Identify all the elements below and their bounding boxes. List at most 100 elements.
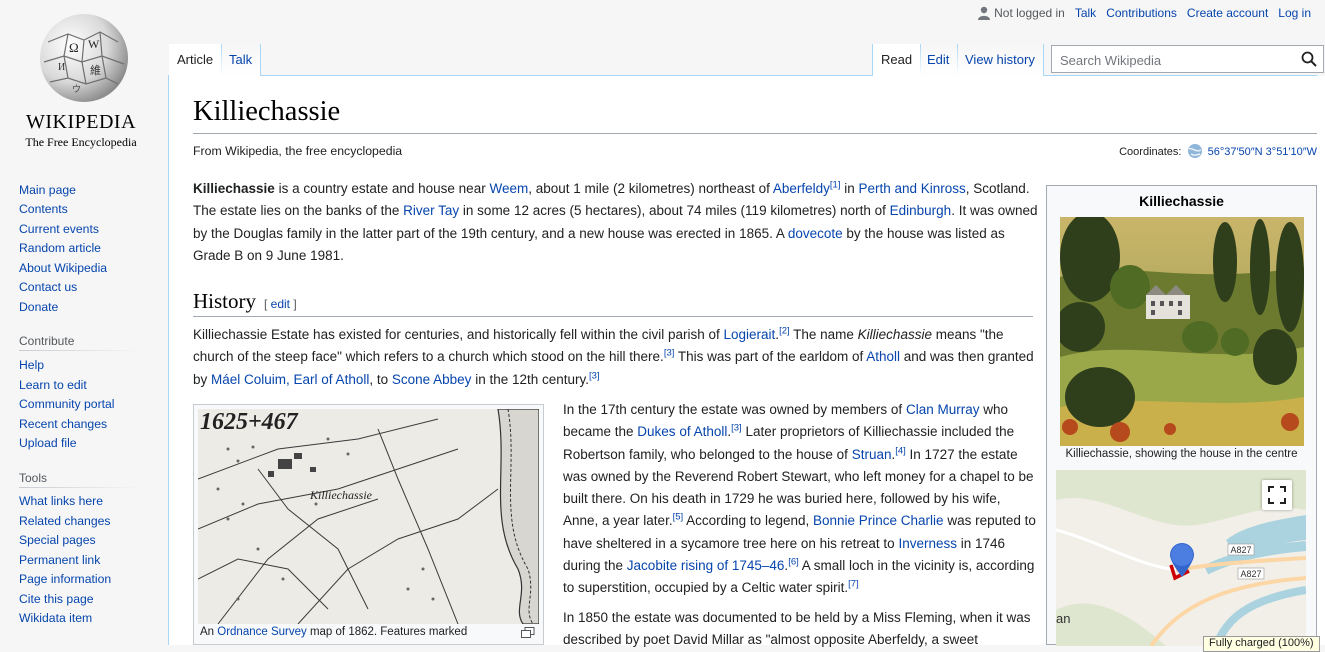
ordnance-survey-map-image[interactable]: 1625+467 Killiechassie [198,409,539,624]
text: , to [369,371,392,387]
svg-text:И: И [58,62,65,73]
log-in-link[interactable]: Log in [1278,6,1311,20]
location-map[interactable]: A827 A827 an [1056,470,1306,646]
text: This was part of the earldom of [674,349,867,365]
coordinates: Coordinates: 56°37′50″N 3°51′10″W [1100,143,1317,159]
link-edinburgh[interactable]: Edinburgh [890,203,952,218]
reference-4[interactable]: [4] [895,445,906,456]
search-input[interactable] [1058,47,1297,73]
link-dovecote[interactable]: dovecote [788,226,843,241]
text: map of 1862. Features marked [306,626,468,638]
link-ordnance-survey[interactable]: Ordnance Survey [217,626,307,638]
sidebar-item-current-events[interactable]: Current events [19,222,99,236]
reference-3[interactable]: [3] [589,370,600,381]
link-inverness[interactable]: Inverness [898,536,957,551]
link-scone-abbey[interactable]: Scone Abbey [392,372,472,387]
sidebar-item-help[interactable]: Help [19,358,44,372]
reference-2[interactable]: [2] [779,326,790,337]
site-tagline: From Wikipedia, the free encyclopedia [193,144,403,158]
contributions-link[interactable]: Contributions [1106,6,1177,20]
reference-7[interactable]: [7] [848,579,859,590]
text: , about 1 mile (2 kilometres) northeast … [528,181,773,196]
page-title: Killiechassie [193,96,341,127]
sidebar-item-contact-us[interactable]: Contact us [19,280,77,294]
sidebar-item-community-portal[interactable]: Community portal [19,397,115,411]
link-clan-murray[interactable]: Clan Murray [906,402,980,417]
title-divider [193,133,1317,134]
map-marker-icon[interactable] [1169,542,1195,578]
tab-view-history[interactable]: View history [957,44,1044,76]
sidebar-heading-contribute: Contribute [19,334,75,348]
search-icon[interactable] [1301,51,1317,67]
svg-text:Ω: Ω [69,40,79,55]
personal-talk-link[interactable]: Talk [1075,6,1096,20]
tab-read[interactable]: Read [872,44,922,76]
fullscreen-icon [1268,486,1286,504]
user-icon [978,6,991,20]
tabs-baseline [168,75,1317,76]
text: According to legend, [683,513,813,529]
link-jacobite-rising[interactable]: Jacobite rising of 1745–46 [627,558,785,573]
sidebar-item-about-wikipedia[interactable]: About Wikipedia [19,261,107,275]
sidebar-item-page-information[interactable]: Page information [19,572,111,586]
sidebar-item-learn-to-edit[interactable]: Learn to edit [19,378,87,392]
link-aberfeldy[interactable]: Aberfeldy [773,181,830,196]
text: in the 12th century. [471,371,590,387]
heading-divider [193,316,1033,317]
infobox-photo[interactable] [1060,217,1304,446]
enlarge-icon[interactable] [521,627,535,638]
tab-article[interactable]: Article [169,44,223,76]
svg-text:維: 維 [90,64,101,77]
sidebar-item-related-changes[interactable]: Related changes [19,514,110,528]
text: An [200,626,218,638]
thumbnail-caption: An Ordnance Survey map of 1862. Features… [200,626,467,638]
sidebar-item-contents[interactable]: Contents [19,202,68,216]
link-weem[interactable]: Weem [489,181,528,196]
sidebar-item-donate[interactable]: Donate [19,300,58,314]
link-logierait[interactable]: Logierait [724,327,776,342]
link-dukes-of-atholl[interactable]: Dukes of Atholl [637,424,727,439]
wikipedia-logo[interactable]: Ω W И 維 ウ WIKIPEDIA The Free Encyclopedi… [18,12,144,152]
history-heading: History[ edit ] [193,289,297,313]
link-perth-and-kinross[interactable]: Perth and Kinross [858,181,965,196]
tab-talk[interactable]: Talk [221,44,262,76]
heading-text: History [193,289,256,313]
sidebar-item-recent-changes[interactable]: Recent changes [19,417,107,431]
sidebar-item-what-links-here[interactable]: What links here [19,494,103,508]
sidebar-item-upload-file[interactable]: Upload file [19,436,77,450]
sidebar-item-random-article[interactable]: Random article [19,241,101,255]
sidebar-item-permanent-link[interactable]: Permanent link [19,553,100,567]
sidebar-item-main-page[interactable]: Main page [19,183,76,197]
sidebar-item-cite-this-page[interactable]: Cite this page [19,592,94,606]
reference-6[interactable]: [6] [788,557,799,568]
sidebar-item-wikidata-item[interactable]: Wikidata item [19,611,92,625]
link-struan[interactable]: Struan [852,447,892,462]
italic-name: Killiechassie [857,327,932,342]
globe-icon[interactable] [1187,143,1203,159]
reference-1[interactable]: [1] [830,180,841,191]
reference-5[interactable]: [5] [673,512,684,523]
fullscreen-button[interactable] [1262,480,1292,510]
battery-tooltip: Fully charged (100%) [1203,636,1320,652]
link-bonnie-prince-charlie[interactable]: Bonnie Prince Charlie [813,513,944,528]
sidebar-item-special-pages[interactable]: Special pages [19,533,96,547]
text: In the 17th century the estate was owned… [563,402,906,417]
wikipedia-tagline: The Free Encyclopedia [25,135,137,149]
map-year-label: 1625+467 [200,409,299,435]
history-paragraph-2: In the 17th century the estate was owned… [563,402,1036,596]
text: is a country estate and house near [274,181,490,196]
coordinates-label: Coordinates: [1119,146,1182,158]
coordinates-value[interactable]: 56°37′50″N 3°51′10″W [1208,146,1317,158]
reference-3[interactable]: [3] [731,423,742,434]
road-label-a827: A827 [1230,545,1251,555]
svg-text:ウ: ウ [72,84,81,94]
create-account-link[interactable]: Create account [1187,6,1268,20]
edit-section-link[interactable]: edit [271,297,290,311]
link-atholl[interactable]: Atholl [866,349,900,364]
ordnance-survey-thumbnail: 1625+467 Killiechassie An Ordnance Surve… [193,404,544,645]
link-river-tay[interactable]: River Tay [403,203,459,218]
map-place-label: an [1056,611,1070,626]
link-mael-coluim[interactable]: Máel Coluim, Earl of Atholl [211,372,369,387]
reference-3[interactable]: [3] [664,348,675,359]
tab-edit[interactable]: Edit [919,44,959,76]
